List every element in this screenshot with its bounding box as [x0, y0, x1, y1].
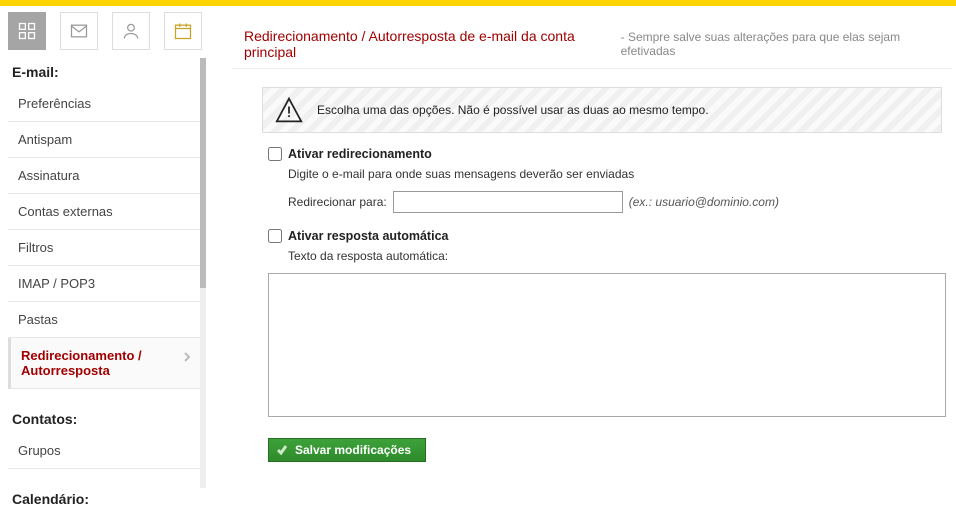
autoreply-textarea-wrap	[268, 273, 952, 422]
sidebar-section-contacts: Contatos:	[8, 405, 200, 433]
calendar-icon	[173, 21, 193, 41]
sidebar-scrollbar[interactable]	[200, 58, 206, 488]
autoreply-label: Ativar resposta automática	[288, 229, 448, 243]
sidebar-item-contas-externas[interactable]: Contas externas	[8, 194, 200, 230]
grid-icon	[17, 21, 37, 41]
sidebar-item-preferencias[interactable]: Preferências	[8, 86, 200, 122]
sidebar-item-label: Antispam	[18, 132, 72, 147]
redirect-field-row: Redirecionar para: (ex.: usuario@dominio…	[288, 191, 952, 213]
sidebar-item-redirecionamento[interactable]: Redirecionamento / Autorresposta	[8, 338, 200, 389]
sidebar-item-label: Redirecionamento / Autorresposta	[21, 348, 142, 378]
redirect-hint: (ex.: usuario@dominio.com)	[629, 195, 779, 209]
autoreply-desc: Texto da resposta automática:	[288, 249, 952, 263]
calendar-button[interactable]	[164, 12, 202, 50]
warning-icon	[275, 96, 303, 124]
notice-banner: Escolha uma das opções. Não é possível u…	[262, 87, 942, 133]
redirect-field-label: Redirecionar para:	[288, 195, 387, 209]
redirect-desc: Digite o e-mail para onde suas mensagens…	[288, 167, 952, 181]
sidebar-item-grupos[interactable]: Grupos	[8, 433, 200, 469]
content-area: Redirecionamento / Autorresposta de e-ma…	[232, 18, 952, 500]
sidebar-item-imap-pop3[interactable]: IMAP / POP3	[8, 266, 200, 302]
sidebar-item-label: Contas externas	[18, 204, 113, 219]
sidebar-item-label: Filtros	[18, 240, 53, 255]
top-accent-bar	[0, 0, 956, 6]
sidebar-item-label: Pastas	[18, 312, 58, 327]
check-icon	[277, 444, 287, 458]
sidebar-section-email: E-mail:	[8, 58, 200, 86]
page-subtitle: - Sempre salve suas alterações para que …	[621, 30, 944, 58]
sidebar-item-pastas[interactable]: Pastas	[8, 302, 200, 338]
page-title: Redirecionamento / Autorresposta de e-ma…	[244, 28, 615, 60]
autoreply-option: Ativar resposta automática	[268, 229, 952, 243]
save-button-label: Salvar modificações	[295, 443, 411, 457]
contacts-button[interactable]	[112, 12, 150, 50]
sidebar-section-calendar: Calendário:	[8, 485, 200, 513]
autoreply-textarea[interactable]	[268, 273, 946, 417]
redirect-option: Ativar redirecionamento	[268, 147, 952, 161]
sidebar: E-mail: Preferências Antispam Assinatura…	[8, 58, 200, 513]
sidebar-item-label: Grupos	[18, 443, 61, 458]
grid-button[interactable]	[8, 12, 46, 50]
redirect-checkbox[interactable]	[268, 147, 282, 161]
person-icon	[121, 21, 141, 41]
mail-icon	[69, 21, 89, 41]
sidebar-item-label: Preferências	[18, 96, 91, 111]
save-button[interactable]: Salvar modificações	[268, 438, 426, 462]
sidebar-item-label: IMAP / POP3	[18, 276, 95, 291]
sidebar-item-filtros[interactable]: Filtros	[8, 230, 200, 266]
redirect-label: Ativar redirecionamento	[288, 147, 432, 161]
sidebar-item-label: Assinatura	[18, 168, 79, 183]
mail-button[interactable]	[60, 12, 98, 50]
autoreply-checkbox[interactable]	[268, 229, 282, 243]
save-row: Salvar modificações	[268, 438, 952, 462]
top-toolbar	[8, 12, 202, 50]
redirect-input[interactable]	[393, 191, 623, 213]
notice-text: Escolha uma das opções. Não é possível u…	[317, 103, 709, 117]
sidebar-item-antispam[interactable]: Antispam	[8, 122, 200, 158]
sidebar-scrollbar-thumb[interactable]	[200, 58, 206, 288]
sidebar-item-assinatura[interactable]: Assinatura	[8, 158, 200, 194]
chevron-right-icon	[182, 350, 192, 365]
page-title-bar: Redirecionamento / Autorresposta de e-ma…	[232, 18, 952, 69]
